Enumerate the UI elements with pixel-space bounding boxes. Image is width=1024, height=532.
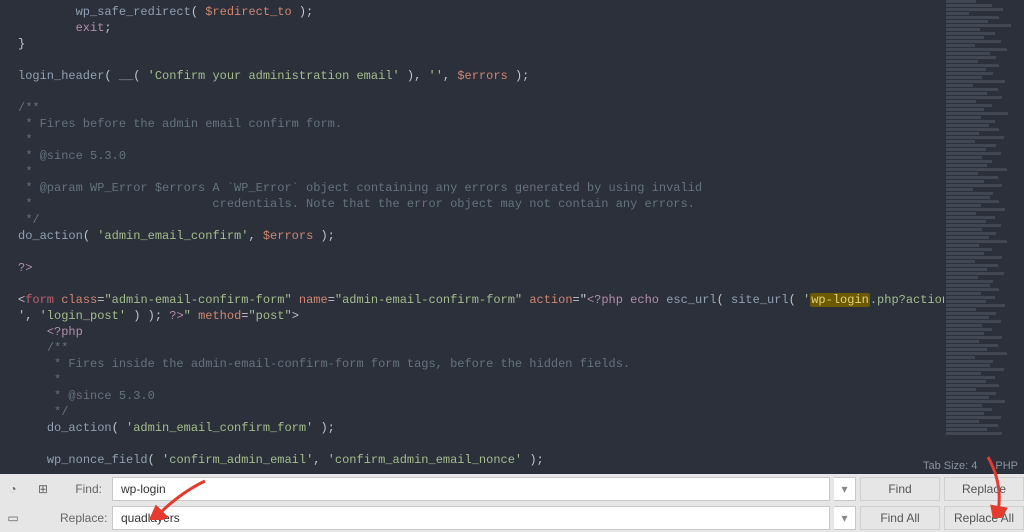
comment: */ [18, 213, 40, 227]
comment: * @since 5.3.0 [47, 389, 155, 403]
string: 'login_post' [40, 309, 126, 323]
replace-label: Replace: [60, 506, 108, 530]
string: 'admin_email_confirm' [97, 229, 248, 243]
find-history-dropdown-icon[interactable]: ▾ [834, 477, 856, 501]
attr: method [198, 309, 241, 323]
replace-button[interactable]: Replace [944, 477, 1024, 501]
find-replace-panel: ◔ ⊞ Find: ▾ Find Replace ▭ Replace: ▾ Fi… [0, 474, 1024, 532]
replace-history-dropdown-icon[interactable]: ▾ [834, 506, 856, 530]
fn-call: do_action [47, 421, 112, 435]
string-q: " [184, 309, 191, 323]
string: 'confirm_admin_email_nonce' [328, 453, 522, 467]
string: 'admin_email_confirm_form' [126, 421, 313, 435]
comment: * Fires inside the admin-email-confirm-f… [47, 357, 630, 371]
attr: class [61, 293, 97, 307]
find-all-button[interactable]: Find All [860, 506, 940, 530]
fn: site_url [731, 293, 789, 307]
php-close: ?> [18, 261, 32, 275]
comment: * [18, 133, 32, 147]
status-lang[interactable]: PHP [995, 460, 1018, 472]
status-bar: Tab Size: 4 PHP [923, 460, 1018, 472]
string: "post" [248, 309, 291, 323]
string: '' [429, 69, 443, 83]
find-label: Find: [60, 477, 108, 501]
string: "admin-email-confirm-form" [335, 293, 522, 307]
find-button[interactable]: Find [860, 477, 940, 501]
replace-input[interactable] [112, 506, 830, 530]
string: .php?action=confirm_admin_email [870, 293, 944, 307]
minimap[interactable] [944, 0, 1024, 474]
fn-call: login_header [18, 69, 104, 83]
string: 'confirm_admin_email' [162, 453, 313, 467]
find-input[interactable] [112, 477, 830, 501]
keyword: echo [630, 293, 659, 307]
variable: $errors [263, 229, 313, 243]
comment: * [47, 373, 61, 387]
php-close: ?> [169, 309, 183, 323]
fn: __ [119, 69, 133, 83]
comment: * @since 5.3.0 [18, 149, 126, 163]
string: "admin-email-confirm-form" [104, 293, 291, 307]
php-open: <?php [47, 325, 83, 339]
replace-all-button[interactable]: Replace All [944, 506, 1024, 530]
brace: } [18, 37, 25, 51]
variable: $errors [457, 69, 507, 83]
code-pane[interactable]: wp_safe_redirect( $redirect_to ); exit; … [0, 0, 944, 474]
comment: /** [18, 101, 40, 115]
comment: */ [47, 405, 69, 419]
editor-area: wp_safe_redirect( $redirect_to ); exit; … [0, 0, 1024, 474]
search-match-highlight: wp-login [810, 293, 870, 307]
tag: form [25, 293, 54, 307]
fn-call: wp_safe_redirect [76, 5, 191, 19]
regex-toggle-icon[interactable]: ◔ [0, 477, 26, 501]
fn-call: do_action [18, 229, 83, 243]
variable: $redirect_to [205, 5, 291, 19]
attr: name [299, 293, 328, 307]
attr: action [529, 293, 572, 307]
wrap-toggle-icon[interactable]: ▭ [0, 506, 26, 530]
comment: * Fires before the admin email confirm f… [18, 117, 342, 131]
fn-call: wp_nonce_field [47, 453, 148, 467]
comment: * credentials. Note that the error objec… [18, 197, 695, 211]
comment: /** [47, 341, 69, 355]
comment: * @param [18, 181, 83, 195]
fn: esc_url [666, 293, 716, 307]
option-toggle-icon[interactable]: ⊞ [30, 477, 56, 501]
comment: * [18, 165, 32, 179]
minimap-content [946, 0, 1022, 436]
comment: WP_Error $errors A `WP_Error` object con… [83, 181, 702, 195]
status-tabsize[interactable]: Tab Size: 4 [923, 460, 977, 472]
string: 'Confirm your administration email' [148, 69, 400, 83]
php-open: <?php [587, 293, 623, 307]
keyword: exit [76, 21, 105, 35]
